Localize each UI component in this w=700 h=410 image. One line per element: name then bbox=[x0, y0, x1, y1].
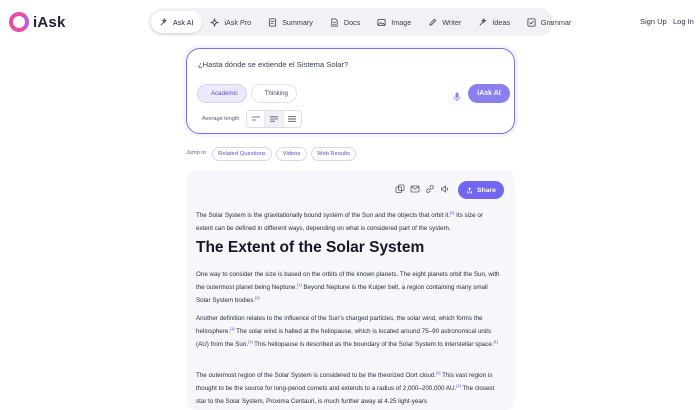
nav-ideas[interactable]: Ideas bbox=[470, 11, 519, 33]
email-icon[interactable] bbox=[410, 184, 420, 194]
long-lines-icon bbox=[288, 116, 297, 122]
nav-label: iAsk Pro bbox=[224, 17, 252, 27]
docs-icon bbox=[330, 17, 339, 27]
nav-ask-ai[interactable]: Ask AI bbox=[151, 11, 203, 33]
answer-paragraph: One way to consider the size is based on… bbox=[196, 268, 501, 308]
nav-docs[interactable]: Docs bbox=[322, 11, 369, 33]
lightbulb-icon bbox=[260, 93, 261, 94]
jump-web-results[interactable]: Web Results bbox=[311, 147, 356, 161]
nav-iask-pro[interactable]: iAsk Pro bbox=[202, 11, 260, 33]
nav-grammar[interactable]: Grammar bbox=[519, 11, 580, 33]
sparkle-icon bbox=[159, 17, 168, 27]
share-label: Share bbox=[477, 186, 496, 194]
search-input[interactable]: ¿Hasta dónde se extiende el Sistema Sola… bbox=[198, 60, 348, 69]
signup-link[interactable]: Sign Up bbox=[640, 17, 667, 26]
length-average-option[interactable] bbox=[265, 111, 284, 127]
pen-icon bbox=[428, 18, 437, 27]
citation-marker[interactable]: [1] bbox=[255, 295, 259, 300]
nav-image[interactable]: Image bbox=[369, 11, 420, 33]
logo-icon bbox=[9, 12, 29, 32]
grammar-icon bbox=[527, 17, 536, 27]
answer-intro: The Solar System is the gravitationally … bbox=[196, 209, 501, 235]
speaker-icon[interactable] bbox=[440, 184, 450, 194]
login-link[interactable]: Log In bbox=[673, 17, 694, 26]
academic-label: Academic bbox=[210, 90, 238, 97]
nav-writer[interactable]: Writer bbox=[420, 11, 470, 33]
thinking-label: Thinking bbox=[264, 90, 288, 97]
search-box[interactable]: ¿Hasta dónde se extiende el Sistema Sola… bbox=[186, 48, 515, 134]
paragraph-text: This heliopause is described as the boun… bbox=[252, 341, 494, 349]
academic-mode-button[interactable]: Academic bbox=[197, 84, 247, 103]
answer-heading: The Extent of the Solar System bbox=[196, 239, 425, 256]
answer-paragraph: The outermost region of the Solar System… bbox=[196, 369, 501, 409]
jump-related-questions[interactable]: Related Questions bbox=[212, 147, 272, 161]
copy-icon[interactable] bbox=[395, 184, 405, 194]
nav-label: Grammar bbox=[540, 17, 572, 27]
share-icon bbox=[467, 186, 472, 193]
share-button[interactable]: Share bbox=[458, 181, 504, 199]
jump-to-label: Jump to bbox=[186, 150, 206, 156]
nav-label: Writer bbox=[442, 17, 462, 27]
average-lines-icon bbox=[269, 116, 278, 122]
nav-summary[interactable]: Summary bbox=[260, 11, 322, 33]
nav-label: Ask AI bbox=[173, 17, 194, 27]
nav-label: Image bbox=[391, 17, 412, 27]
thinking-mode-button[interactable]: Thinking bbox=[251, 84, 297, 103]
nav-label: Summary bbox=[282, 17, 313, 27]
length-selector bbox=[246, 110, 302, 128]
brand-name: iAsk bbox=[33, 13, 66, 31]
summary-icon bbox=[268, 17, 277, 27]
main-nav: Ask AI iAsk Pro Summary Docs Image Write… bbox=[148, 8, 571, 36]
link-icon[interactable] bbox=[425, 184, 435, 194]
image-icon bbox=[377, 18, 386, 27]
short-lines-icon bbox=[251, 116, 260, 121]
length-long-option[interactable] bbox=[284, 111, 301, 127]
answer-paragraph: Another definition relates to the influe… bbox=[196, 312, 501, 352]
ask-ai-button[interactable]: iAsk AI bbox=[468, 84, 510, 103]
length-short-option[interactable] bbox=[247, 111, 266, 127]
sparkle-pro-icon bbox=[210, 17, 220, 27]
microphone-icon[interactable] bbox=[453, 89, 461, 102]
brand-logo[interactable]: iAsk bbox=[9, 12, 66, 32]
top-bar: iAsk Ask AI iAsk Pro Summary Docs Image … bbox=[0, 0, 700, 44]
intro-text: The Solar System is the gravitationally … bbox=[196, 212, 450, 219]
graduation-cap-icon bbox=[206, 93, 207, 94]
citation-marker[interactable]: [1] bbox=[494, 339, 498, 344]
length-label: Average length bbox=[202, 116, 240, 122]
jump-videos[interactable]: Videos bbox=[276, 147, 307, 161]
nav-label: Ideas bbox=[492, 17, 510, 27]
ideas-icon bbox=[478, 17, 488, 27]
paragraph-text: The outermost region of the Solar System… bbox=[196, 372, 437, 379]
nav-label: Docs bbox=[343, 17, 361, 27]
